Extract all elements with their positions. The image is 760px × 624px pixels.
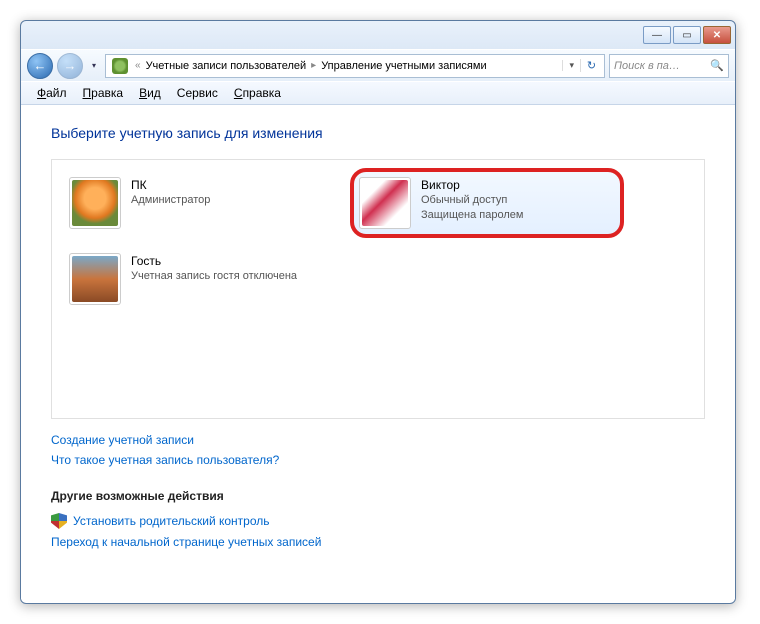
navbar: ← → ▾ « Учетные записи пользователей ▸ У… bbox=[21, 49, 735, 81]
account-status: Учетная запись гостя отключена bbox=[131, 269, 297, 284]
forward-button[interactable]: → bbox=[57, 53, 83, 79]
close-button[interactable]: ✕ bbox=[703, 26, 731, 44]
avatar bbox=[359, 177, 411, 229]
links-section: Создание учетной записи Что такое учетна… bbox=[51, 433, 705, 467]
account-guest[interactable]: Гость Учетная запись гостя отключена bbox=[62, 246, 332, 312]
page-title: Выберите учетную запись для изменения bbox=[51, 125, 705, 141]
search-input[interactable]: Поиск в па… 🔍 bbox=[609, 54, 729, 78]
action-parental-control[interactable]: Установить родительский контроль bbox=[51, 513, 705, 529]
search-placeholder: Поиск в па… bbox=[614, 60, 680, 72]
maximize-button[interactable]: ▭ bbox=[673, 26, 701, 44]
breadcrumb-seg-manage[interactable]: Управление учетными записями bbox=[319, 60, 488, 72]
account-pk[interactable]: ПК Администратор bbox=[62, 170, 332, 236]
addressbar[interactable]: « Учетные записи пользователей ▸ Управле… bbox=[105, 54, 605, 78]
nav-history-dropdown[interactable]: ▾ bbox=[87, 54, 101, 78]
other-actions-heading: Другие возможные действия bbox=[51, 489, 705, 503]
addressbar-icon bbox=[112, 58, 128, 74]
breadcrumb-seg-useraccounts[interactable]: Учетные записи пользователей bbox=[144, 60, 309, 72]
link-create-account[interactable]: Создание учетной записи bbox=[51, 433, 705, 447]
breadcrumb-prefix: « bbox=[132, 60, 144, 71]
accounts-list: ПК Администратор Виктор Обычный доступ З… bbox=[51, 159, 705, 419]
menu-tools[interactable]: Сервис bbox=[169, 84, 226, 102]
link-goto-main[interactable]: Переход к начальной странице учетных зап… bbox=[51, 535, 705, 549]
content: Выберите учетную запись для изменения ПК… bbox=[21, 105, 735, 599]
window: — ▭ ✕ ← → ▾ « Учетные записи пользовател… bbox=[20, 20, 736, 604]
menu-file[interactable]: Файл bbox=[29, 84, 75, 102]
addressbar-dropdown[interactable]: ▾ bbox=[562, 60, 580, 71]
account-viktor[interactable]: Виктор Обычный доступ Защищена паролем bbox=[352, 170, 622, 236]
menu-help[interactable]: Справка bbox=[226, 84, 289, 102]
account-password-status: Защищена паролем bbox=[421, 208, 523, 223]
minimize-button[interactable]: — bbox=[643, 26, 671, 44]
back-button[interactable]: ← bbox=[27, 53, 53, 79]
account-name: ПК bbox=[131, 177, 210, 193]
link-parental-control[interactable]: Установить родительский контроль bbox=[73, 514, 270, 528]
account-role: Администратор bbox=[131, 193, 210, 208]
refresh-button[interactable]: ↻ bbox=[580, 59, 602, 72]
account-name: Гость bbox=[131, 253, 297, 269]
account-name: Виктор bbox=[421, 177, 523, 193]
account-role: Обычный доступ bbox=[421, 193, 523, 208]
titlebar: — ▭ ✕ bbox=[21, 21, 735, 49]
chevron-right-icon: ▸ bbox=[308, 60, 319, 71]
menu-edit[interactable]: Правка bbox=[75, 84, 132, 102]
link-what-is-account[interactable]: Что такое учетная запись пользователя? bbox=[51, 453, 705, 467]
menu-view[interactable]: Вид bbox=[131, 84, 169, 102]
avatar bbox=[69, 253, 121, 305]
shield-icon bbox=[51, 513, 67, 529]
avatar bbox=[69, 177, 121, 229]
menubar: Файл Правка Вид Сервис Справка bbox=[21, 81, 735, 105]
search-icon[interactable]: 🔍 bbox=[710, 59, 724, 72]
